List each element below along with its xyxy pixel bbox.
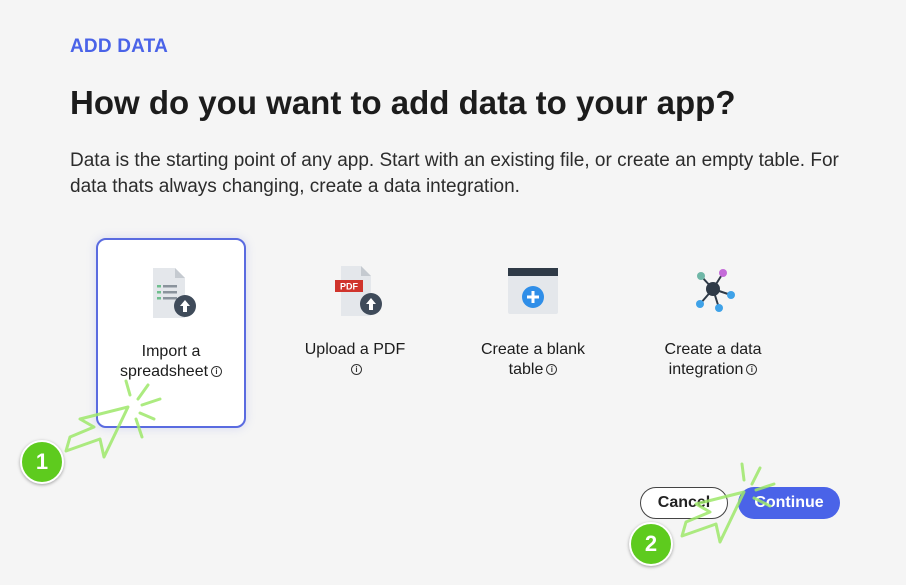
- info-icon[interactable]: i: [211, 366, 223, 378]
- option-upload-pdf[interactable]: PDF Upload a PDF i: [280, 238, 430, 428]
- section-eyebrow: ADD DATA: [70, 36, 168, 57]
- option-create-data-integration[interactable]: Create a data integration i: [638, 238, 788, 428]
- option-label-line1: Upload a PDF: [304, 341, 406, 358]
- continue-button[interactable]: Continue: [738, 487, 840, 519]
- option-label-line1: Create a blank: [480, 341, 586, 358]
- option-label-line1: Import a: [141, 343, 201, 360]
- info-icon[interactable]: i: [546, 364, 558, 376]
- option-label: Import a spreadsheet i: [98, 342, 244, 382]
- option-create-blank-table[interactable]: Create a blank table i: [458, 238, 608, 428]
- option-label: Upload a PDF i: [280, 340, 430, 380]
- spreadsheet-upload-icon: [153, 268, 196, 318]
- cancel-button[interactable]: Cancel: [640, 487, 728, 519]
- pdf-upload-icon: PDF: [335, 266, 382, 316]
- option-label: Create a blank table i: [458, 340, 608, 380]
- option-label-line2: spreadsheet: [119, 363, 209, 380]
- option-label-line1: Create a data: [664, 341, 762, 358]
- info-icon[interactable]: i: [351, 364, 362, 376]
- add-data-page: ADD DATA How do you want to add data to …: [0, 0, 906, 585]
- info-icon[interactable]: i: [746, 364, 758, 376]
- step-badge-1: 1: [20, 440, 64, 484]
- pdf-badge-text: PDF: [340, 282, 359, 292]
- option-import-spreadsheet[interactable]: Import a spreadsheet i: [96, 238, 246, 428]
- option-label-line2: integration: [668, 361, 744, 378]
- option-label-line2: table: [508, 361, 544, 378]
- page-title: How do you want to add data to your app?: [70, 84, 736, 121]
- step-badge-2: 2: [629, 522, 673, 566]
- option-label: Create a data integration i: [638, 340, 788, 380]
- page-description: Data is the starting point of any app. S…: [70, 150, 839, 197]
- integration-network-icon: [696, 269, 735, 312]
- blank-table-add-icon: [508, 268, 558, 314]
